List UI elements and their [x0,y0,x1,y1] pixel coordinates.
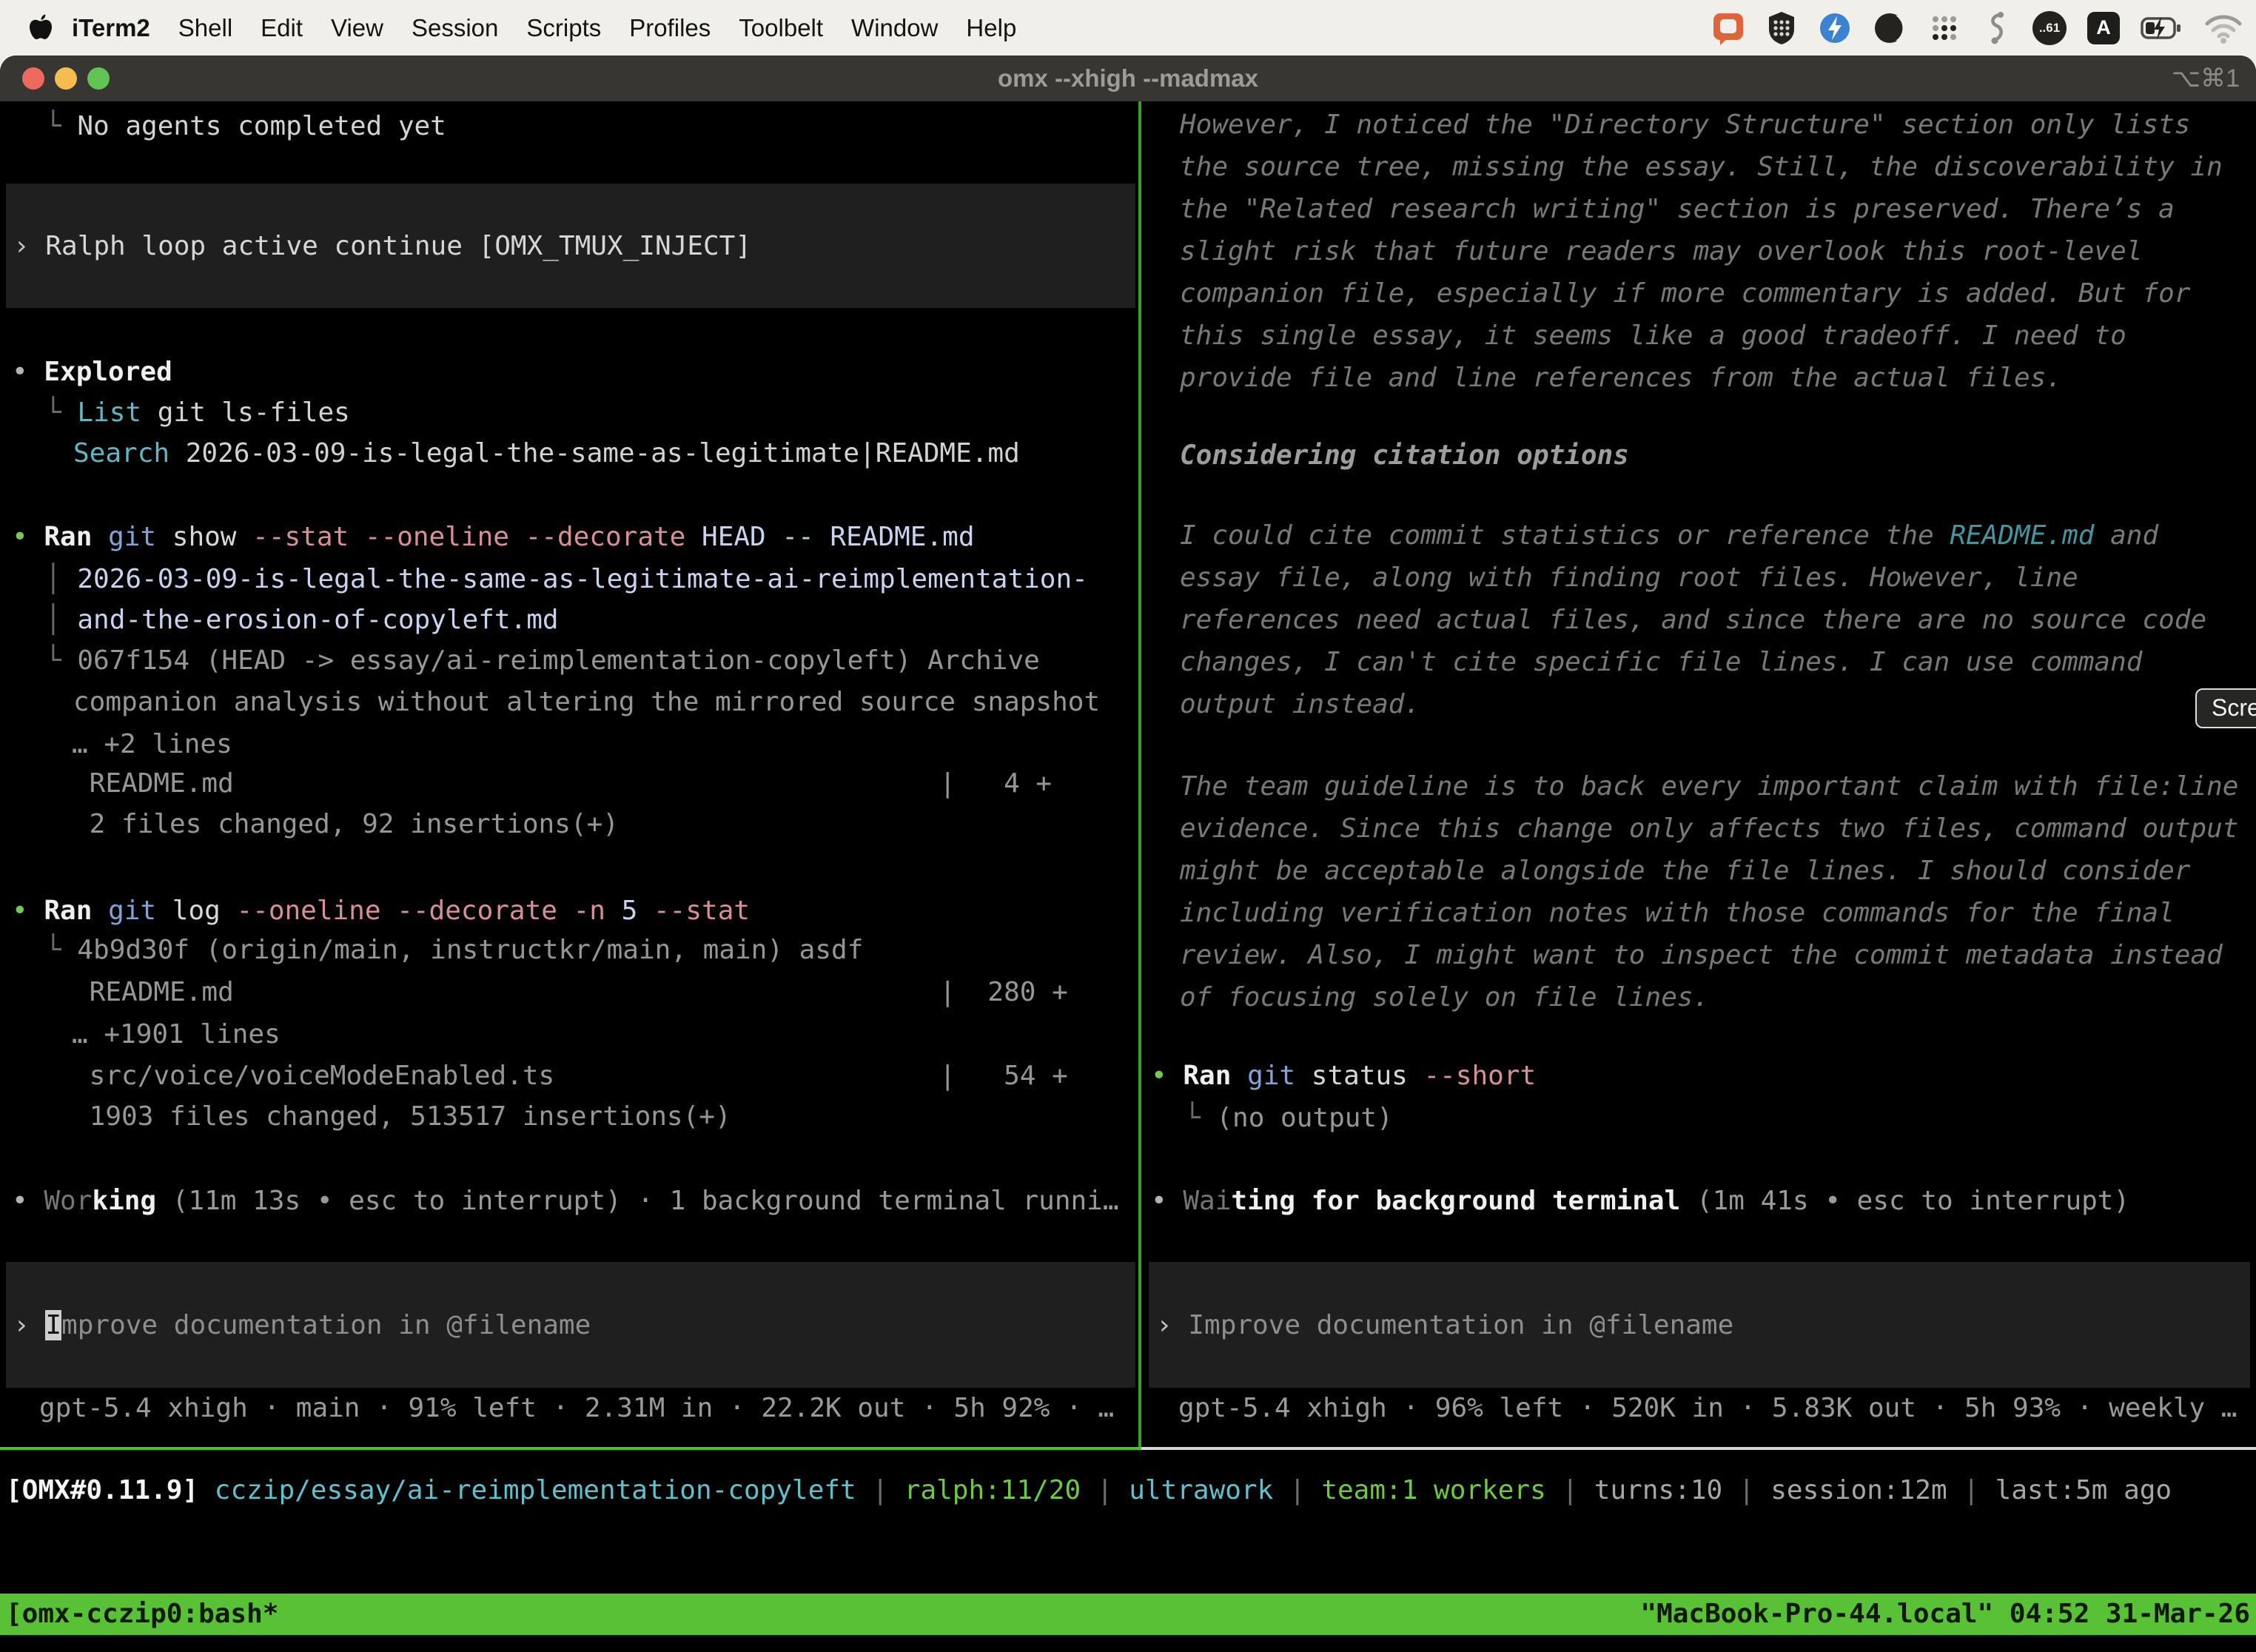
menu-scripts[interactable]: Scripts [512,14,615,42]
thinking-para1-line7: provide file and line references from th… [1180,357,2062,398]
thinking-para3-line4: including verification notes with those … [1180,893,2175,933]
inject-banner[interactable]: › Ralph loop active continue [OMX_TMUX_I… [6,184,1135,308]
git-log-output-more: … +1901 lines [72,1014,281,1055]
explored-search-line: Search 2026-03-09-is-legal-the-same-as-l… [73,433,1020,474]
menu-view[interactable]: View [317,14,397,42]
git-log-stat-readme: README.md | 280 + [73,972,1068,1013]
menu-shell[interactable]: Shell [164,14,246,42]
thinking-para1-line4: slight risk that future readers may over… [1180,231,2142,272]
right-session-statusbar: gpt-5.4 xhigh · 96% left · 520K in · 5.8… [1178,1388,2237,1428]
thinking-para1-line2: the source tree, missing the essay. Stil… [1180,147,2223,187]
git-log-stat-voice: src/voice/voiceModeEnabled.ts | 54 + [73,1055,1068,1096]
readme-file-reference: README.md [1950,520,2094,551]
iterm-window: omx --xhigh --madmax ⌥⌘1 └ No agents com… [0,56,2256,1652]
thinking-para2-line4: changes, I can't cite specific file line… [1180,642,2142,682]
waiting-status-line: • Waiting for background terminal (1m 41… [1151,1181,2129,1221]
ran-git-show-arg-wrap1: │ 2026-03-09-is-legal-the-same-as-legiti… [45,559,1088,600]
pie-icon[interactable] [1873,11,1907,45]
thinking-para2-line1: I could cite commit statistics or refere… [1180,515,2158,556]
omx-status-line: [OMX#0.11.9] cczip/essay/ai-reimplementa… [6,1470,2172,1511]
menu-profiles[interactable]: Profiles [615,14,725,42]
menu-window[interactable]: Window [837,14,952,42]
wifi-icon[interactable] [2204,12,2243,44]
menu-status-area: ..61 A [1711,10,2256,46]
screen-tooltip: Scre [2195,688,2256,728]
thinking-para1-line3: the "Related research writing" section i… [1180,189,2175,229]
thinking-para2-line2: essay file, along with finding root file… [1180,557,2078,598]
menu-help[interactable]: Help [952,14,1030,42]
git-show-stat-summary: 2 files changed, 92 insertions(+) [73,804,619,845]
apple-menu-icon[interactable] [28,13,53,43]
menu-session[interactable]: Session [397,14,512,42]
menu-toolbelt[interactable]: Toolbelt [725,14,837,42]
git-log-stat-summary: 1903 files changed, 513517 insertions(+) [73,1096,731,1137]
left-pane-bottom-border [0,1447,1141,1450]
ran-git-show-command: • Ran git show --stat --oneline --decora… [12,517,975,557]
battery-icon[interactable] [2141,11,2183,45]
agents-note-line: └ No agents completed yet [45,106,446,147]
menu-edit[interactable]: Edit [246,14,317,42]
window-title: omx --xhigh --madmax [0,56,2256,101]
menu-iterm2[interactable]: iTerm2 [58,14,164,42]
left-prompt-input[interactable]: › Improve documentation in @filename [6,1262,1135,1388]
git-show-stat-readme: README.md | 4 + [73,763,1052,804]
thinking-para2-line5: output instead. [1180,684,1420,725]
input-source-icon[interactable]: A [2087,12,2120,44]
right-pane-bottom-border [1141,1447,2256,1450]
thinking-para1-line1: However, I noticed the "Directory Struct… [1180,104,2190,145]
left-session-statusbar: gpt-5.4 xhigh · main · 91% left · 2.31M … [39,1388,1114,1428]
thinking-para2-line3: references need actual files, and since … [1180,600,2206,640]
thinking-para3-line2: evidence. Since this change only affects… [1180,808,2238,849]
terminal-content[interactable]: └ No agents completed yet › Ralph loop a… [0,101,2256,1652]
chat-icon[interactable] [1711,11,1745,45]
window-shortcut-badge: ⌥⌘1 [2172,56,2240,101]
text-cursor: I [45,1310,61,1340]
git-show-output-more: … +2 lines [72,724,232,765]
right-prompt-input[interactable]: › Improve documentation in @filename [1149,1262,2250,1388]
zap-badge-icon[interactable] [1818,11,1852,45]
git-show-output-commit: └ 067f154 (HEAD -> essay/ai-reimplementa… [45,640,1040,681]
git-show-output-line2: companion analysis without altering the … [73,682,1100,722]
ran-git-show-arg-wrap2: │ and-the-erosion-of-copyleft.md [45,600,559,640]
working-status-line: • Working (11m 13s • esc to interrupt) ·… [12,1181,1119,1221]
tmux-host-clock: "MacBook-Pro-44.local" 04:52 31-Mar-26 [1640,1594,2250,1635]
window-title-bar[interactable]: omx --xhigh --madmax ⌥⌘1 [0,56,2256,102]
ran-git-log-command: • Ran git log --oneline --decorate -n 5 … [12,890,750,931]
tmux-session-name: [omx-cczip0:bash* [6,1594,278,1635]
thinking-para3-line5: review. Also, I might want to inspect th… [1180,935,2223,976]
dots-grid-icon[interactable] [1927,11,1961,45]
git-log-output-commit: └ 4b9d30f (origin/main, instructkr/main,… [45,930,863,970]
thinking-para3-line1: The team guideline is to back every impo… [1180,766,2238,807]
coverage-61-icon[interactable]: ..61 [2032,11,2067,45]
thinking-para3-line3: might be acceptable alongside the file l… [1180,850,2190,891]
squiggle-icon[interactable] [1982,10,2012,46]
explored-header: • Explored [12,352,172,392]
thinking-para1-line6: this single essay, it seems like a good … [1180,315,2126,356]
shield-grid-icon[interactable] [1766,10,1797,46]
thinking-para1-line5: companion file, especially if more comme… [1180,273,2190,314]
explored-list-line: └ List git ls-files [45,392,350,433]
thinking-heading: Considering citation options [1180,435,1629,476]
tmux-status-bar: [omx-cczip0:bash* "MacBook-Pro-44.local"… [0,1594,2256,1635]
thinking-para3-line6: of focusing solely on file lines. [1180,977,1709,1018]
menu-bar: iTerm2 Shell Edit View Session Scripts P… [0,0,2256,56]
git-status-no-output: └ (no output) [1184,1098,1393,1138]
pane-divider[interactable] [1138,101,1141,1450]
ran-git-status-command: • Ran git status --short [1151,1055,1536,1096]
